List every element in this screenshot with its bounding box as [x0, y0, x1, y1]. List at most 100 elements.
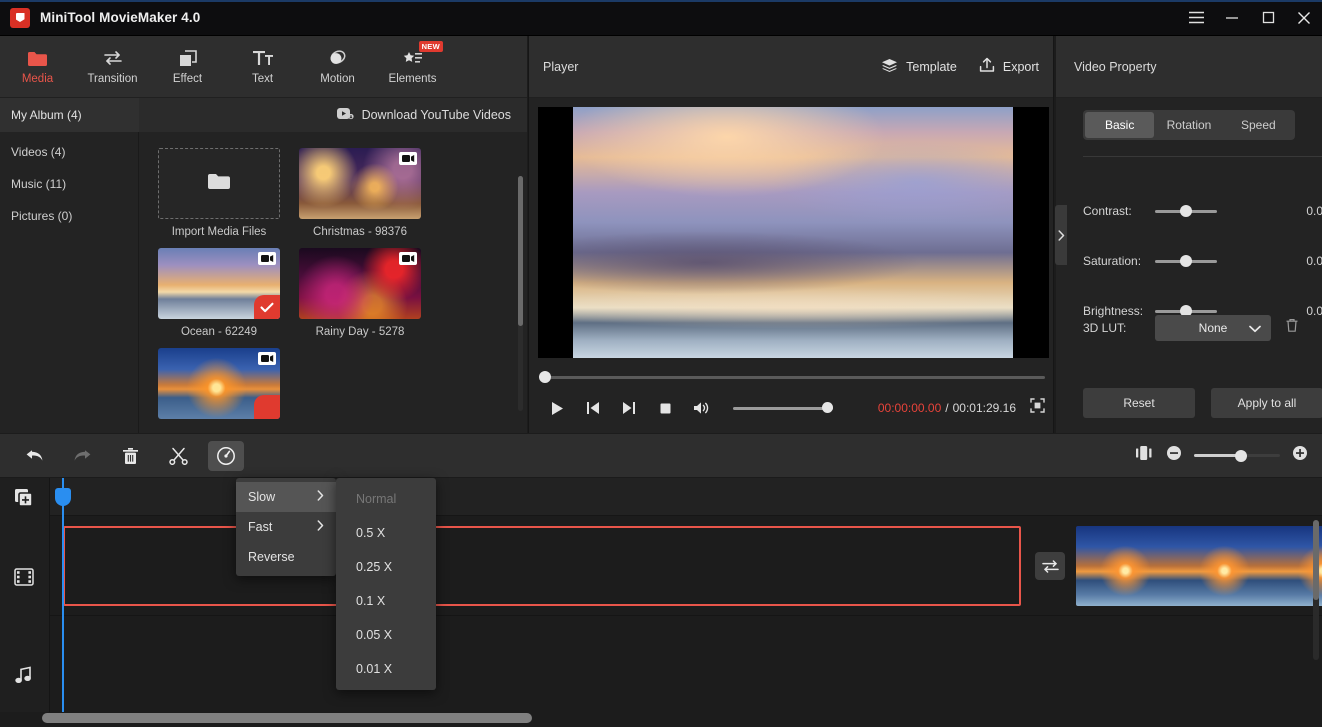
close-icon[interactable] [1286, 0, 1322, 36]
apply-to-all-button[interactable]: Apply to all [1211, 388, 1322, 418]
import-media-button[interactable] [158, 148, 280, 219]
media-thumbnail-sunset[interactable] [158, 348, 280, 419]
chevron-down-icon [1249, 322, 1261, 336]
menu-item-label: Slow [248, 490, 275, 504]
album-item-music[interactable]: Music (11) [0, 168, 138, 200]
split-icon[interactable] [160, 441, 196, 471]
add-media-icon[interactable] [14, 488, 36, 508]
media-row [158, 348, 527, 419]
video-preview[interactable] [538, 107, 1049, 358]
previous-frame-icon[interactable] [575, 393, 611, 423]
video-type-icon [399, 252, 417, 265]
tab-transition[interactable]: Transition [75, 36, 150, 98]
submenu-item-0-05x[interactable]: 0.05 X [336, 618, 436, 652]
submenu-item-0-1x[interactable]: 0.1 X [336, 584, 436, 618]
maximize-icon[interactable] [1250, 0, 1286, 36]
tab-speed[interactable]: Speed [1224, 112, 1293, 138]
delete-icon[interactable] [112, 441, 148, 471]
main-toolbar: Media Transition Effect Text Motion [0, 36, 527, 98]
lut-label: 3D LUT: [1083, 321, 1155, 335]
tab-transition-label: Transition [87, 73, 137, 85]
zoom-out-icon[interactable] [1166, 445, 1182, 466]
media-thumbnail-ocean[interactable] [158, 248, 280, 319]
transition-swap-icon[interactable] [1035, 552, 1065, 580]
media-thumbnail-christmas[interactable] [299, 148, 421, 219]
seek-slider[interactable] [539, 376, 1045, 379]
tab-effect[interactable]: Effect [150, 36, 225, 98]
tab-text[interactable]: Text [225, 36, 300, 98]
player-controls: 00:00:00.00 / 00:01:29.16 [539, 391, 1045, 425]
menu-item-label: Fast [248, 520, 272, 534]
chevron-right-icon [317, 490, 324, 504]
panel-collapse-handle[interactable] [1055, 205, 1067, 265]
playhead-handle[interactable] [55, 488, 71, 506]
contrast-label: Contrast: [1083, 204, 1155, 218]
saturation-slider[interactable] [1155, 260, 1217, 263]
minimize-icon[interactable] [1214, 0, 1250, 36]
upload-icon [979, 57, 995, 76]
export-button[interactable]: Export [979, 57, 1039, 76]
volume-handle[interactable] [822, 402, 833, 413]
speed-icon[interactable] [208, 441, 244, 471]
play-icon[interactable] [539, 393, 575, 423]
timeline-clip-sunset[interactable] [1076, 526, 1322, 606]
stop-icon[interactable] [647, 393, 683, 423]
my-album-header[interactable]: My Album (4) [0, 98, 139, 132]
speaker-icon[interactable] [683, 393, 719, 423]
submenu-item-0-01x[interactable]: 0.01 X [336, 652, 436, 686]
tab-media[interactable]: Media [0, 36, 75, 98]
zoom-in-icon[interactable] [1292, 445, 1308, 466]
tab-media-label: Media [22, 73, 53, 85]
lut-delete-icon[interactable] [1285, 318, 1299, 338]
next-frame-icon[interactable] [611, 393, 647, 423]
volume-slider[interactable] [733, 407, 833, 410]
timeline-toolbar [0, 434, 1322, 478]
audio-track[interactable] [50, 616, 1322, 712]
tab-elements[interactable]: NEW Elements [375, 36, 450, 98]
redo-icon[interactable] [64, 441, 100, 471]
import-media-label: Import Media Files [158, 226, 280, 238]
hamburger-menu-icon[interactable] [1178, 0, 1214, 36]
saturation-row: Saturation: 0.0 [1083, 251, 1322, 271]
selected-check-icon [254, 295, 280, 319]
menu-item-reverse[interactable]: Reverse [236, 542, 336, 572]
tab-motion[interactable]: Motion [300, 36, 375, 98]
template-button[interactable]: Template [881, 58, 957, 76]
submenu-item-0-5x[interactable]: 0.5 X [336, 516, 436, 550]
timeline-vertical-scrollbar[interactable] [1313, 520, 1319, 660]
menu-item-slow[interactable]: Slow [236, 482, 336, 512]
preview-frame-image [573, 107, 1013, 358]
album-item-pictures[interactable]: Pictures (0) [0, 200, 138, 232]
contrast-row: Contrast: 0.0 [1083, 201, 1322, 221]
fullscreen-icon[interactable] [1030, 398, 1045, 418]
brightness-slider[interactable] [1155, 310, 1217, 313]
reset-button[interactable]: Reset [1083, 388, 1195, 418]
lut-row: 3D LUT: None [1083, 315, 1322, 341]
current-time: 00:00:00.00 [878, 401, 941, 415]
contrast-slider[interactable] [1155, 210, 1217, 213]
menu-item-fast[interactable]: Fast [236, 512, 336, 542]
app-window: MiniTool MovieMaker 4.0 Media [0, 0, 1322, 727]
fit-timeline-icon[interactable] [1134, 445, 1154, 466]
media-scrollbar[interactable] [518, 176, 523, 411]
timeline-zoom-slider[interactable] [1194, 454, 1280, 457]
media-thumbnail-rainy-day[interactable] [299, 248, 421, 319]
tab-effect-label: Effect [173, 73, 202, 85]
download-youtube-label[interactable]: Download YouTube Videos [362, 108, 511, 122]
album-item-videos[interactable]: Videos (4) [0, 136, 138, 168]
tab-rotation[interactable]: Rotation [1154, 112, 1223, 138]
saturation-handle[interactable] [1180, 255, 1192, 267]
timeline-clip-ocean[interactable] [63, 526, 1021, 606]
zoom-handle[interactable] [1235, 450, 1247, 462]
undo-icon[interactable] [16, 441, 52, 471]
lut-select[interactable]: None [1155, 315, 1271, 341]
tab-basic[interactable]: Basic [1085, 112, 1154, 138]
submenu-item-0-25x[interactable]: 0.25 X [336, 550, 436, 584]
playhead[interactable] [62, 478, 64, 712]
seek-handle[interactable] [539, 371, 551, 383]
timeline-horizontal-scrollbar[interactable] [42, 713, 1314, 723]
motion-ellipse-icon [327, 48, 348, 68]
youtube-download-icon [337, 107, 354, 123]
contrast-handle[interactable] [1180, 205, 1192, 217]
video-property-panel: Video Property Basic Rotation Speed Cont… [1056, 36, 1322, 433]
